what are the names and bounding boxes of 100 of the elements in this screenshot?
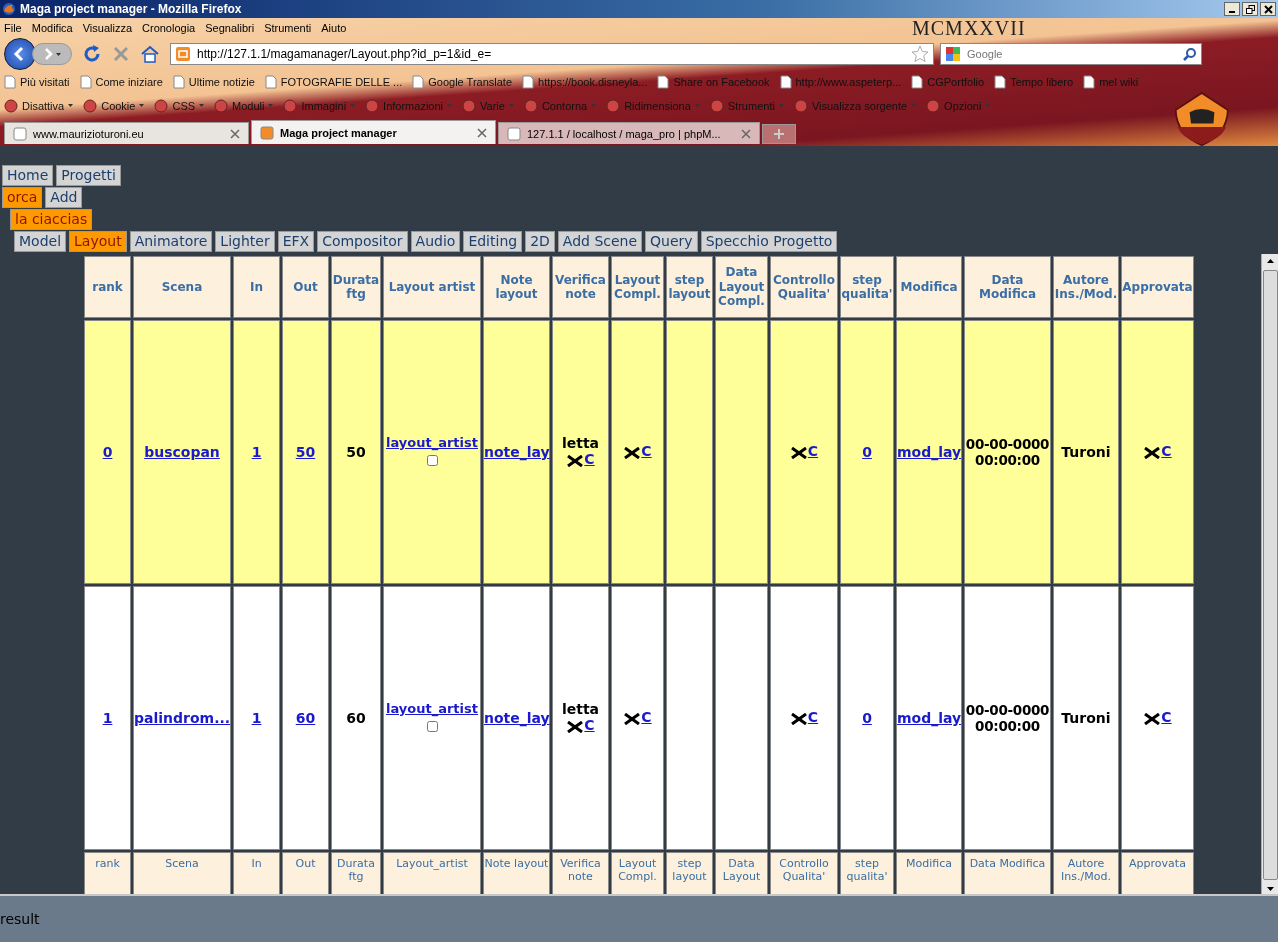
toolbar-label: Disattiva bbox=[22, 100, 65, 112]
link[interactable]: 50 bbox=[295, 444, 316, 460]
link[interactable]: C bbox=[807, 442, 819, 459]
minimize-button[interactable] bbox=[1224, 2, 1240, 16]
link[interactable]: 0 bbox=[862, 710, 872, 726]
toolbar-menu[interactable]: Cookie bbox=[83, 99, 145, 113]
link[interactable]: C bbox=[807, 708, 819, 725]
checkbox[interactable] bbox=[426, 455, 438, 466]
menu-item[interactable]: Aiuto bbox=[321, 22, 347, 34]
back-button[interactable] bbox=[4, 38, 36, 70]
bookmark-item[interactable]: Ultime notizie bbox=[172, 75, 255, 89]
link[interactable]: C bbox=[1161, 442, 1172, 459]
menu-item[interactable]: Modifica bbox=[31, 22, 73, 34]
link[interactable]: mod_lay bbox=[897, 444, 962, 460]
nav-tab[interactable]: la ciaccias bbox=[10, 209, 93, 230]
nav-tab[interactable]: Editing bbox=[463, 231, 523, 252]
bookmark-item[interactable]: Come iniziare bbox=[79, 75, 163, 89]
nav-tab[interactable]: Add Scene bbox=[557, 231, 643, 252]
nav-tab[interactable]: Add bbox=[45, 187, 83, 208]
bookmark-label: mel wiki bbox=[1099, 76, 1139, 88]
forward-button[interactable] bbox=[32, 43, 72, 65]
firefox-icon bbox=[2, 2, 16, 16]
table-cell: 50 bbox=[346, 444, 366, 460]
nav-tab[interactable]: Specchio Progetto bbox=[700, 231, 838, 252]
menu-item[interactable]: Visualizza bbox=[82, 22, 133, 34]
menu-item[interactable]: Strumenti bbox=[264, 22, 312, 34]
nav-tab[interactable]: 2D bbox=[525, 231, 555, 252]
toolbar-label: Strumenti bbox=[727, 100, 775, 112]
nav-tab[interactable]: Progetti bbox=[56, 165, 121, 186]
caret-icon bbox=[447, 104, 452, 108]
nav-tab[interactable]: Query bbox=[645, 231, 698, 252]
toolbar-label: Immagini bbox=[301, 100, 347, 112]
link[interactable]: C bbox=[584, 716, 595, 733]
close-icon[interactable] bbox=[230, 128, 240, 139]
search-field[interactable]: Google bbox=[965, 47, 1179, 61]
nav-tab[interactable]: Animatore bbox=[129, 231, 213, 252]
close-icon[interactable] bbox=[477, 127, 487, 138]
close-icon[interactable] bbox=[741, 128, 751, 139]
link[interactable]: C bbox=[641, 442, 652, 459]
link[interactable]: note_lay bbox=[484, 444, 550, 460]
bookmark-label: Share on Facebook bbox=[673, 76, 770, 88]
bookmark-item[interactable]: Più visitati bbox=[4, 75, 70, 89]
link[interactable]: buscopan bbox=[144, 444, 220, 460]
table-cell: 00-00-0000 bbox=[965, 702, 1050, 718]
link[interactable]: 1 bbox=[251, 710, 262, 726]
toolbar-menu[interactable]: CSS bbox=[154, 99, 205, 113]
toolbar-label: Visualizza sorgente bbox=[811, 100, 908, 112]
link[interactable]: C bbox=[641, 708, 652, 725]
bookmark-label: Ultime notizie bbox=[188, 76, 255, 88]
link[interactable]: palindrom... bbox=[134, 710, 231, 726]
cross-icon bbox=[623, 712, 642, 725]
nav-tab[interactable]: EFX bbox=[277, 231, 315, 252]
column-header: Data Layout bbox=[715, 852, 768, 894]
menu-item[interactable]: Cronologia bbox=[142, 22, 196, 34]
bookmark-item[interactable]: FOTOGRAFIE DELLE ... bbox=[264, 75, 403, 89]
nav-tab[interactable]: Home bbox=[2, 165, 54, 186]
page-icon bbox=[172, 75, 185, 89]
nav-tab[interactable]: Lighter bbox=[215, 231, 275, 252]
link[interactable]: layout_artist bbox=[384, 701, 480, 716]
link[interactable]: layout_artist bbox=[384, 435, 480, 450]
reload-icon[interactable] bbox=[82, 44, 102, 64]
column-header: In bbox=[233, 852, 280, 894]
browser-tab[interactable]: www.maurizioturoni.eu bbox=[4, 122, 249, 144]
menu-item[interactable]: File bbox=[4, 22, 22, 34]
page-icon bbox=[657, 75, 670, 89]
browser-tab[interactable]: Maga project manager bbox=[251, 120, 496, 144]
toolbar-menu[interactable]: Disattiva bbox=[4, 99, 74, 113]
link[interactable]: 0 bbox=[102, 444, 113, 460]
nav-tab[interactable]: Layout bbox=[69, 231, 127, 252]
home-icon[interactable] bbox=[140, 44, 160, 64]
link[interactable]: C bbox=[584, 450, 595, 467]
search-bar[interactable]: Google bbox=[940, 43, 1202, 65]
bookmark-item[interactable]: Google Translate bbox=[412, 75, 513, 89]
menu-item[interactable]: Segnalibri bbox=[205, 22, 255, 34]
column-header: step layout bbox=[666, 852, 713, 894]
nav-tab[interactable]: Compositor bbox=[317, 231, 408, 252]
address-bar[interactable]: http://127.1.1/magamanager/Layout.php?id_p=1&id_e= bbox=[170, 43, 934, 65]
caret-icon bbox=[68, 104, 74, 108]
cross-icon bbox=[1143, 712, 1162, 725]
search-icon[interactable] bbox=[1183, 47, 1197, 61]
checkbox[interactable] bbox=[426, 721, 438, 732]
star-icon[interactable] bbox=[911, 45, 929, 63]
nav-tab[interactable]: Model bbox=[14, 231, 67, 252]
column-header: Verifica note bbox=[552, 852, 609, 894]
browser-tab[interactable]: 127.1.1 / localhost / maga_pro | phpM... bbox=[498, 122, 760, 144]
link[interactable]: 1 bbox=[102, 710, 113, 726]
column-header: Data Layout Compl. bbox=[715, 256, 768, 318]
nav-tab[interactable]: orca bbox=[2, 187, 43, 208]
link[interactable]: note_lay bbox=[484, 710, 550, 726]
close-button[interactable] bbox=[1260, 2, 1276, 16]
nav-tab[interactable]: Audio bbox=[410, 231, 461, 252]
link[interactable]: 60 bbox=[295, 710, 316, 726]
restore-button[interactable] bbox=[1242, 2, 1258, 16]
column-header: Note layout bbox=[483, 256, 550, 318]
link[interactable]: C bbox=[1161, 708, 1172, 725]
theme-title: MCMXXVII bbox=[912, 18, 1026, 38]
link[interactable]: 0 bbox=[862, 444, 872, 460]
link[interactable]: mod_lay bbox=[897, 710, 962, 726]
page-icon bbox=[1083, 75, 1096, 89]
link[interactable]: 1 bbox=[251, 444, 262, 460]
